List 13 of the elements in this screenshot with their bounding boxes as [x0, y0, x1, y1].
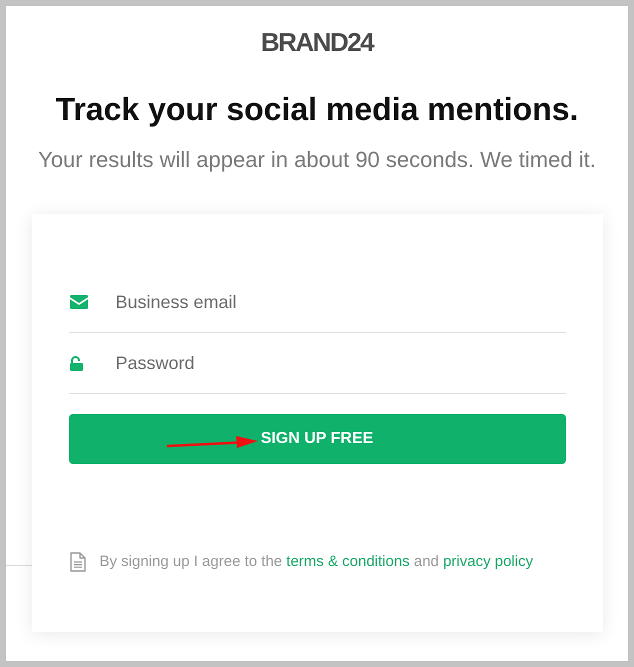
document-icon [70, 552, 86, 572]
brand-logo: BRAND24 [260, 27, 374, 57]
envelope-icon [70, 295, 88, 309]
page-heading: Track your social media mentions. [56, 90, 578, 129]
sign-up-button[interactable]: SIGN UP FREE [68, 414, 566, 464]
agreement-text: By signing up I agree to the terms & conditions and privacy policy [100, 552, 534, 572]
password-field[interactable]: Password [116, 343, 566, 383]
email-field[interactable]: Business email [116, 282, 566, 322]
arrow-icon [166, 434, 260, 450]
privacy-link[interactable]: privacy policy [443, 553, 534, 570]
unlocked-padlock-icon [70, 356, 82, 370]
terms-link[interactable]: terms & conditions [286, 553, 410, 570]
page-subheading: Your results will appear in about 90 seconds. We timed it. [38, 146, 596, 174]
